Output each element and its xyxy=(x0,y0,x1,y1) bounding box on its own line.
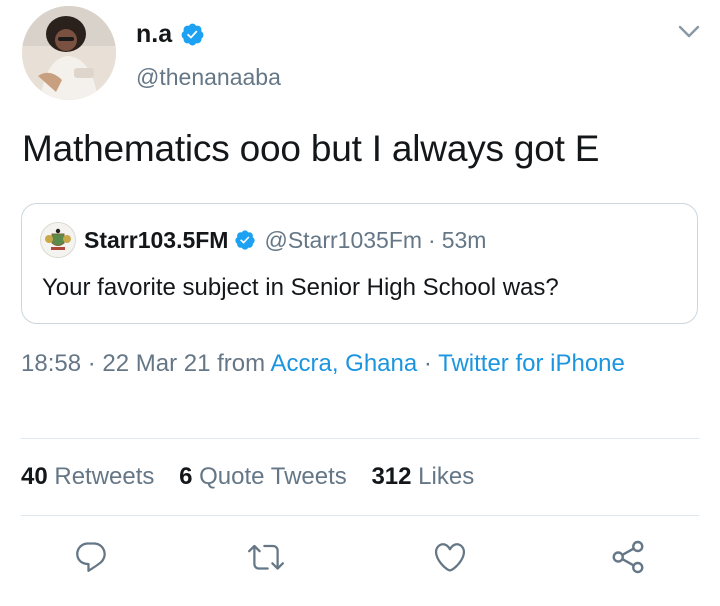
author-name-row[interactable]: n.a xyxy=(136,20,205,49)
from-label: from xyxy=(210,350,271,377)
tweet-meta: 18:58 · 22 Mar 21 from Accra, Ghana · Tw… xyxy=(21,345,661,383)
source-link[interactable]: Twitter for iPhone xyxy=(438,350,625,377)
separator-dot: · xyxy=(428,226,436,253)
location-link[interactable]: Accra, Ghana xyxy=(270,350,417,377)
divider xyxy=(21,515,699,516)
tweet-time[interactable]: 18:58 xyxy=(21,350,81,377)
retweets-label: Retweets xyxy=(54,463,155,490)
quoted-author-avatar[interactable] xyxy=(40,222,76,258)
meta-separator: · xyxy=(81,350,103,377)
quoted-handle[interactable]: @Starr1035Fm xyxy=(264,227,422,254)
share-button[interactable] xyxy=(610,539,646,575)
quotes-label: Quote Tweets xyxy=(199,463,347,490)
divider xyxy=(21,438,699,439)
avatar-photo xyxy=(22,6,116,100)
retweet-icon xyxy=(248,544,284,570)
meta-separator: · xyxy=(417,350,439,377)
quotes-count: 6 xyxy=(179,463,193,490)
quoted-tweet-card[interactable]: Starr103.5FM @Starr1035Fm · 53m Your fav… xyxy=(21,203,698,324)
share-icon xyxy=(612,540,644,574)
quoted-display-name[interactable]: Starr103.5FM xyxy=(84,227,228,254)
likes-stat[interactable]: 312 Likes xyxy=(371,463,474,490)
reply-icon xyxy=(76,542,106,572)
tweet-stats: 40 Retweets 6 Quote Tweets 312 Likes xyxy=(21,463,492,491)
tweet-text: Mathematics ooo but I always got E xyxy=(22,128,600,169)
author-avatar[interactable] xyxy=(22,6,116,100)
quoted-tweet-header: Starr103.5FM @Starr1035Fm · 53m xyxy=(40,222,486,258)
likes-label: Likes xyxy=(418,463,475,490)
author-display-name[interactable]: n.a xyxy=(136,20,172,49)
quoted-tweet-text: Your favorite subject in Senior High Sch… xyxy=(42,274,559,301)
author-handle[interactable]: @thenanaaba xyxy=(136,64,281,91)
coat-of-arms-icon xyxy=(41,223,75,257)
chevron-down-icon[interactable] xyxy=(676,22,702,42)
retweets-count: 40 xyxy=(21,463,48,490)
quote-tweets-stat[interactable]: 6 Quote Tweets xyxy=(179,463,347,490)
like-icon xyxy=(434,543,466,572)
retweet-button[interactable] xyxy=(248,539,284,575)
verified-badge-icon xyxy=(181,23,204,46)
quoted-timestamp[interactable]: 53m xyxy=(442,227,487,254)
like-button[interactable] xyxy=(432,539,468,575)
retweets-stat[interactable]: 40 Retweets xyxy=(21,463,154,490)
tweet-date[interactable]: 22 Mar 21 xyxy=(102,350,210,377)
likes-count: 312 xyxy=(371,463,412,490)
reply-button[interactable] xyxy=(73,539,109,575)
verified-badge-icon xyxy=(235,230,256,250)
